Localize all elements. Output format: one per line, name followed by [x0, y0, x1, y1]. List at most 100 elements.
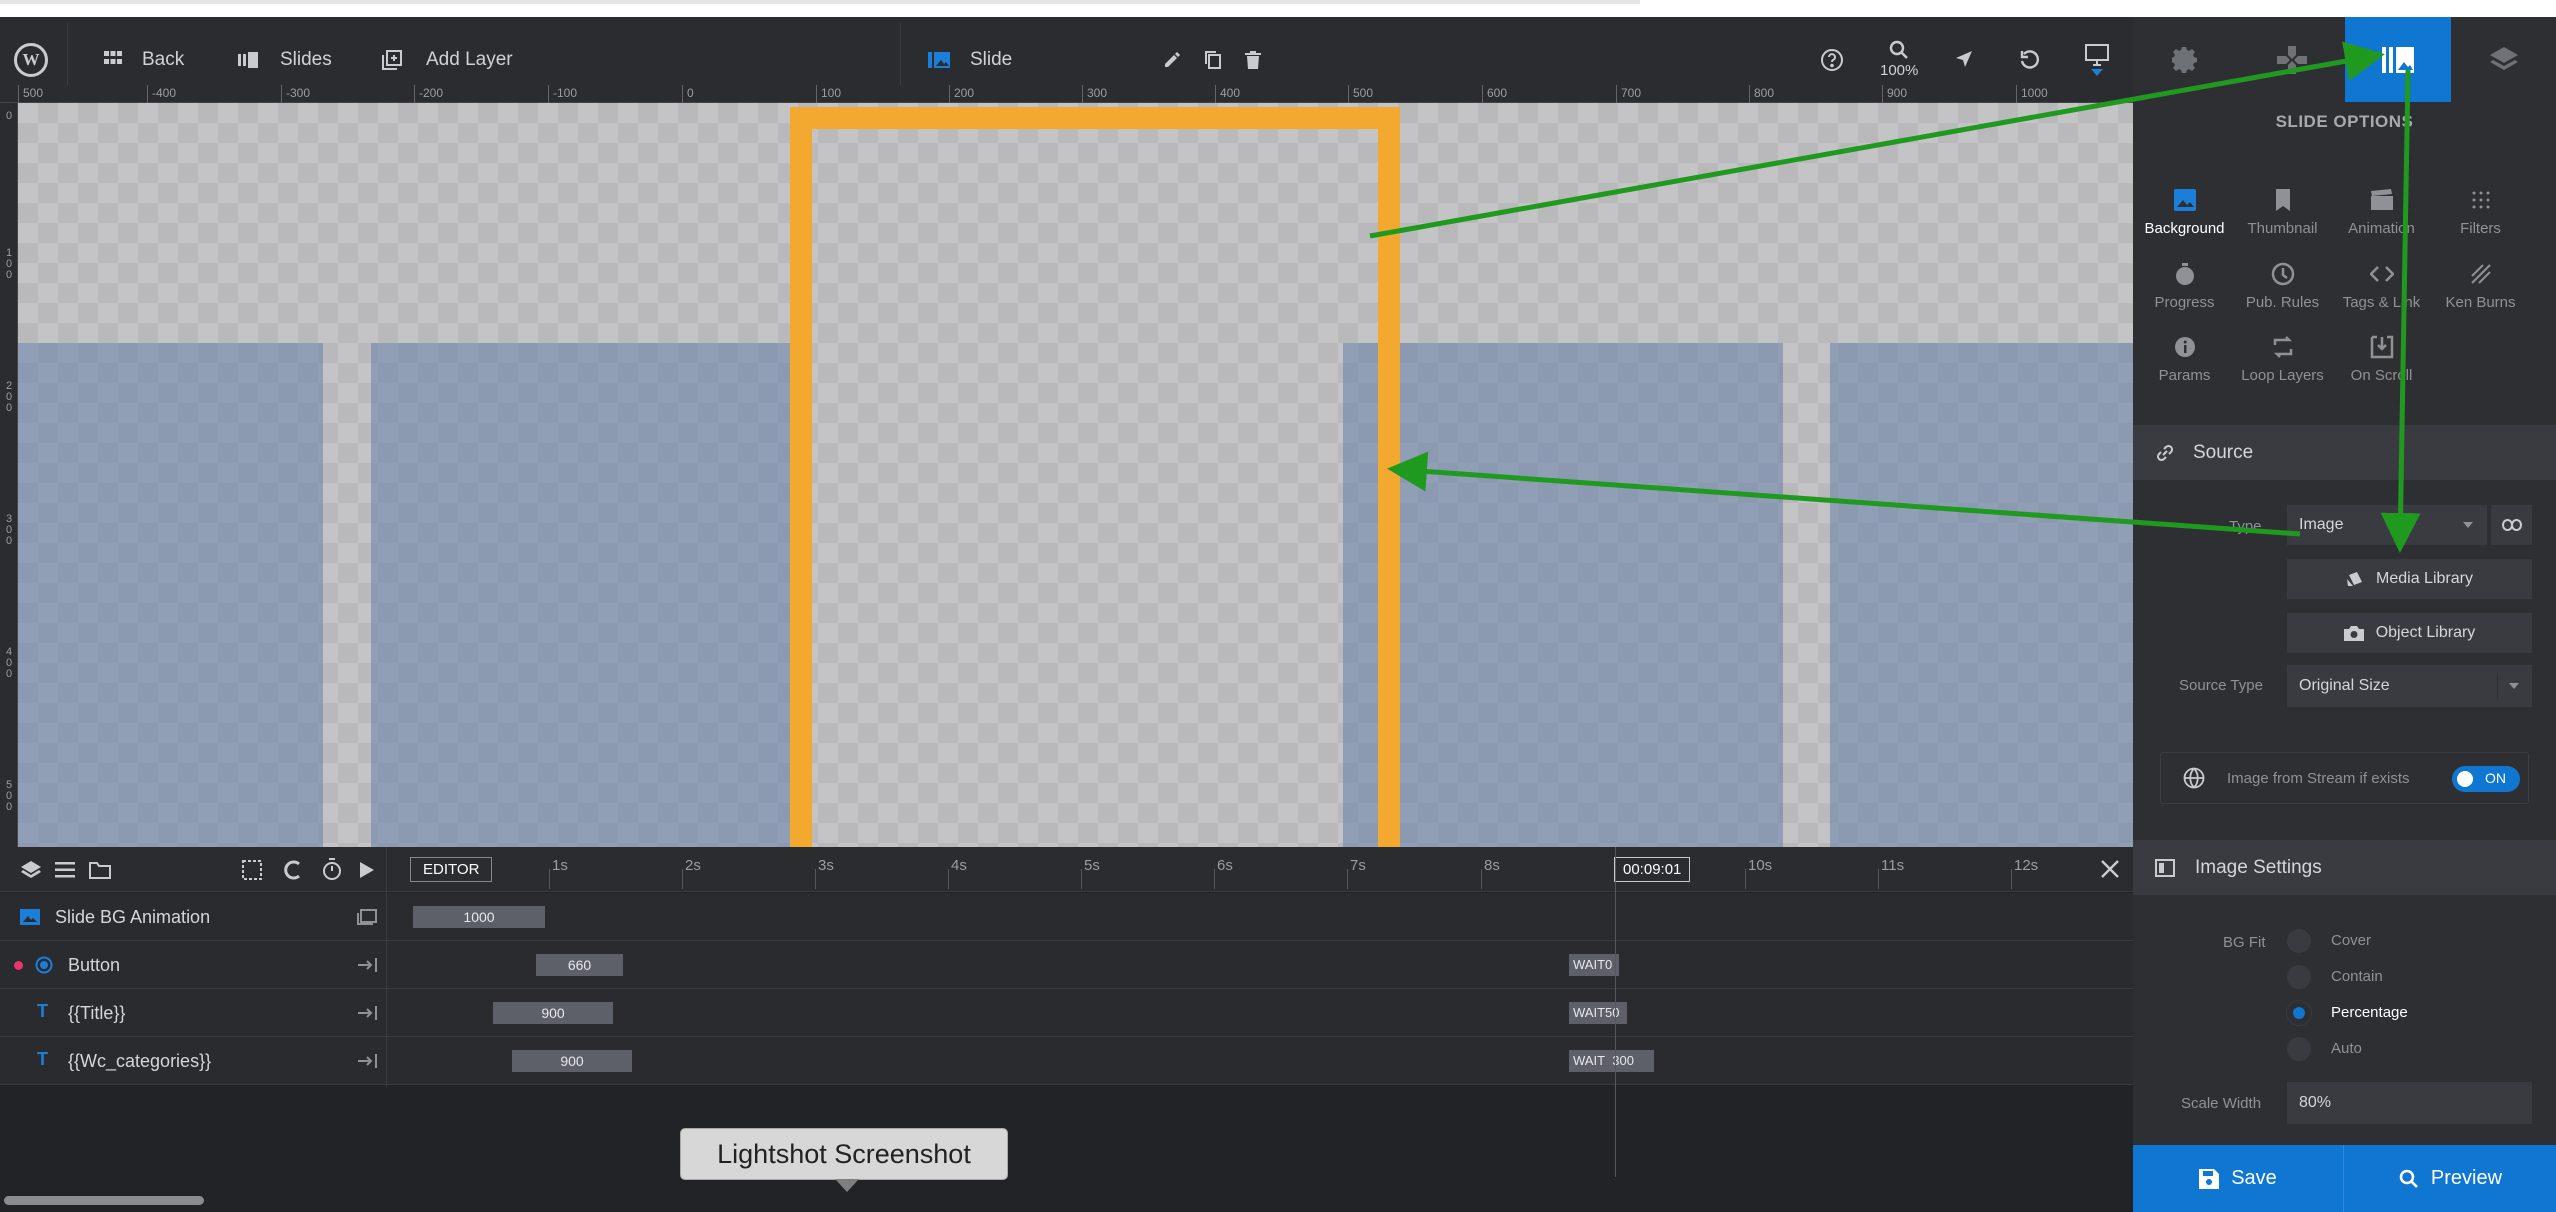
close-icon[interactable]	[2100, 859, 2120, 879]
option-params[interactable]: Params	[2135, 335, 2234, 384]
option-tags-link[interactable]: Tags & Link	[2332, 262, 2431, 311]
timeline-bar[interactable]: 900	[512, 1050, 632, 1072]
chevron-down-icon	[2463, 522, 2473, 528]
app-window: W Back Slides Add Layer Slide 100% 500 -…	[0, 0, 2556, 1212]
wait-value: 50	[1605, 1005, 1620, 1020]
list-icon[interactable]	[55, 862, 75, 878]
scale-width-value: 80%	[2299, 1094, 2332, 1111]
browser-top-strip	[0, 0, 2556, 16]
row-name: Button	[68, 954, 121, 975]
ruler-tick: -300	[281, 85, 310, 103]
ruler-tick: 800	[1749, 85, 1774, 103]
toggle-label: ON	[2485, 770, 2506, 786]
tab-navigation[interactable]	[2239, 17, 2345, 102]
current-time[interactable]: 00:09:01	[1614, 857, 1691, 882]
option-filters[interactable]: Filters	[2431, 188, 2530, 237]
time-tick: 1s	[552, 857, 568, 874]
editor-toggle[interactable]: EDITOR	[410, 857, 493, 882]
ruler-tick: 4 0 0	[5, 646, 13, 680]
source-type-select[interactable]: Original Size	[2287, 665, 2532, 707]
save-preview-bar: Save Preview	[2133, 1145, 2556, 1212]
save-button[interactable]: Save	[2133, 1145, 2344, 1212]
time-tick: 12s	[2014, 857, 2039, 874]
timeline-bar[interactable]: 660	[536, 954, 623, 976]
time-tick: 5s	[1084, 857, 1100, 874]
link-source-button[interactable]	[2491, 505, 2532, 545]
radio-cover[interactable]	[2287, 929, 2311, 953]
wait-marker[interactable]: WAIT 300	[1569, 1050, 1654, 1072]
add-layer-label: Add Layer	[426, 48, 513, 70]
undo-icon	[2020, 49, 2039, 69]
image-settings-title: Image Settings	[2195, 856, 2322, 878]
horizontal-scrollbar[interactable]	[4, 1196, 204, 1205]
object-library-button[interactable]: Object Library	[2287, 613, 2532, 653]
option-on-scroll[interactable]: On Scroll	[2332, 335, 2431, 384]
timeline-row[interactable]: Slide BG Animation 1000	[0, 893, 2133, 941]
option-pub-rules[interactable]: Pub. Rules	[2233, 262, 2332, 311]
back-label: Back	[142, 48, 185, 70]
scale-width-input[interactable]: 80%	[2287, 1082, 2532, 1124]
code-icon	[2369, 266, 2394, 282]
timeline-row[interactable]: T {{Wc_categories}} 900 WAIT 300	[0, 1037, 2133, 1085]
tab-slide-options[interactable]	[2345, 17, 2451, 102]
timeline-bar[interactable]: 1000	[413, 906, 545, 928]
media-icon	[2347, 572, 2363, 586]
canvas-block-1	[18, 343, 323, 847]
slide-canvas[interactable]	[18, 103, 2133, 847]
image-settings-section-header[interactable]: Image Settings	[2133, 840, 2556, 895]
align-icon[interactable]	[358, 958, 378, 972]
tab-layers[interactable]	[2451, 17, 2556, 102]
option-label: Loop Layers	[2241, 367, 2324, 384]
vertical-ruler: 0 1 0 0 2 0 0 3 0 0 4 0 0 5 0 0	[0, 103, 18, 847]
option-ken-burns[interactable]: Ken Burns	[2431, 262, 2530, 311]
radio-label: Contain	[2331, 968, 2383, 985]
radio-percentage[interactable]	[2287, 1001, 2311, 1025]
option-thumbnail[interactable]: Thumbnail	[2233, 188, 2332, 237]
option-animation[interactable]: Animation	[2332, 188, 2431, 237]
stopwatch-icon	[2175, 263, 2194, 285]
wait-marker[interactable]: WAIT50	[1569, 1002, 1627, 1024]
ruler-tick: 0	[5, 110, 13, 122]
option-progress[interactable]: Progress	[2135, 262, 2234, 311]
chain-link-icon	[2501, 519, 2522, 531]
type-select[interactable]: Image	[2287, 505, 2487, 545]
media-library-button[interactable]: Media Library	[2287, 559, 2532, 599]
stopwatch-icon[interactable]	[322, 858, 342, 880]
radio-label: Cover	[2331, 932, 2372, 949]
save-label: Save	[2231, 1167, 2277, 1189]
stream-toggle[interactable]: ON	[2452, 766, 2520, 792]
timeline-row[interactable]: T {{Title}} 900 WAIT50	[0, 989, 2133, 1037]
wait-marker[interactable]: WAIT0	[1569, 954, 1619, 976]
align-icon[interactable]	[358, 1054, 378, 1068]
folder-icon[interactable]	[89, 861, 111, 879]
playhead-line	[1615, 847, 1616, 1177]
ruler-tick: 500	[18, 85, 43, 103]
play-icon[interactable]	[360, 862, 374, 878]
source-type-value: Original Size	[2299, 677, 2390, 694]
selected-slide-frame[interactable]	[790, 107, 1400, 847]
option-loop-layers[interactable]: Loop Layers	[2233, 335, 2332, 384]
radio-contain[interactable]	[2287, 965, 2311, 989]
layers-icon[interactable]	[21, 861, 41, 879]
clock-icon	[2271, 262, 2294, 286]
wordpress-logo-icon[interactable]: W	[14, 43, 48, 77]
source-section-header[interactable]: Source	[2133, 425, 2556, 480]
timeline-row[interactable]: Button 660 WAIT0	[0, 941, 2133, 989]
ruler-tick: 1000	[2016, 85, 2048, 103]
align-icon[interactable]	[358, 1006, 378, 1020]
wait-label: WAIT	[1573, 1053, 1606, 1068]
slide-options-panel: SLIDE OPTIONS Background Thumbnail Animati…	[2133, 102, 2556, 1212]
radio-auto[interactable]	[2287, 1037, 2311, 1061]
add-layer-icon	[382, 49, 402, 70]
timeline-bar[interactable]: 900	[493, 1002, 613, 1024]
timeline-header: EDITOR 1s 2s 3s 4s 5s 6s 7s 8s 10s 11s 12s 00:09:0…	[0, 847, 2133, 892]
preview-button[interactable]: Preview	[2345, 1145, 2556, 1212]
media-toggle-icon[interactable]	[357, 909, 377, 925]
option-label: Pub. Rules	[2245, 294, 2320, 311]
selection-icon[interactable]	[242, 860, 262, 880]
scale-width-label: Scale Width	[2181, 1095, 2262, 1112]
tab-module-settings[interactable]	[2133, 17, 2239, 102]
filters-icon	[2472, 191, 2489, 209]
option-background[interactable]: Background	[2135, 188, 2234, 237]
magnet-icon[interactable]	[282, 860, 302, 880]
